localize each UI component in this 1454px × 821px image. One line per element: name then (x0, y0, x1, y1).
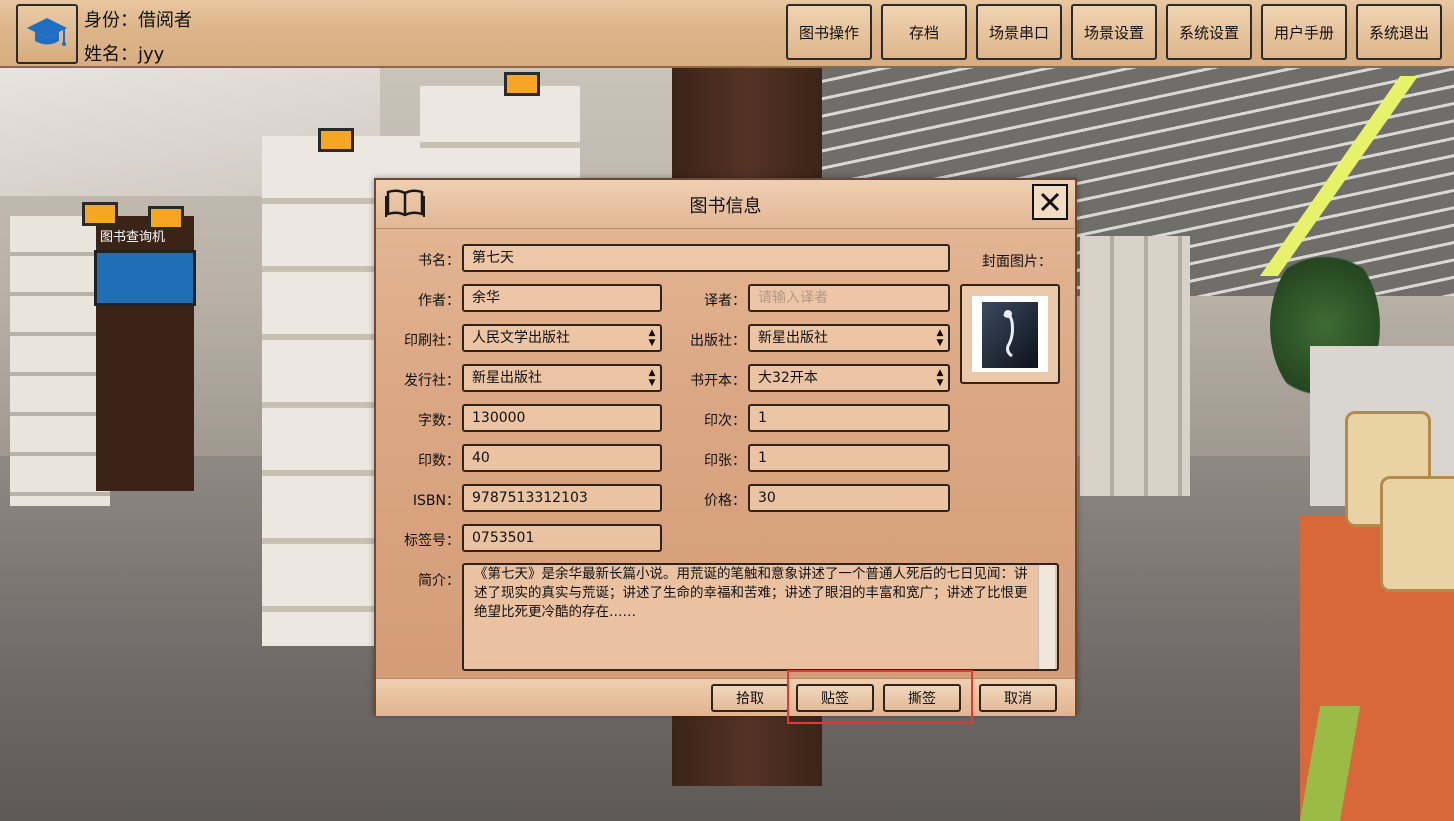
title-label: 书名： (418, 253, 460, 269)
shelf-lamp (82, 202, 118, 226)
sheets-field[interactable]: 1 (748, 444, 950, 472)
highlight-box (787, 670, 973, 724)
publisher-value: 新星出版社 (758, 330, 828, 346)
shelf-lamp (148, 206, 184, 230)
book-operations-button[interactable]: 图书操作 (786, 4, 872, 60)
impression-field[interactable]: 1 (748, 404, 950, 432)
publisher-select[interactable]: 新星出版社 ▲ ▼ (748, 324, 950, 352)
title-field[interactable]: 第七天 (462, 244, 950, 272)
intro-textarea[interactable]: 《第七天》是余华最新长篇小说。用荒诞的笔触和意象讲述了一个普通人死后的七日见闻：… (462, 563, 1059, 671)
isbn-label: ISBN： (412, 493, 460, 509)
print-count-label: 印数： (418, 453, 460, 469)
dialog-header: 图书信息 (376, 180, 1075, 229)
isbn-field[interactable]: 9787513312103 (462, 484, 662, 512)
distributor-label: 发行社： (404, 373, 460, 389)
cover-image-box[interactable] (960, 284, 1060, 384)
dialog-title: 图书信息 (689, 196, 762, 217)
graduation-cap-icon (27, 18, 67, 46)
cover-label: 封面图片： (982, 254, 1052, 270)
book-info-dialog: 图书信息 书名： 第七天 封面图片： 作者： 余华 译者： 请输入译者 印刷社：… (374, 178, 1077, 716)
shelf-lamp (318, 128, 354, 152)
book-cover-image (982, 302, 1038, 368)
distributor-select[interactable]: 新星出版社 ▲ ▼ (462, 364, 662, 392)
impression-label: 印次： (704, 413, 746, 429)
intro-scrollbar[interactable] (1038, 565, 1055, 669)
tag-number-label: 标签号： (404, 533, 460, 549)
armchair (1380, 476, 1454, 592)
author-label: 作者： (418, 293, 460, 309)
translator-label: 译者： (704, 293, 746, 309)
printer-select[interactable]: 人民文学出版社 ▲ ▼ (462, 324, 662, 352)
bookshelf-right (1080, 236, 1190, 496)
print-count-field[interactable]: 40 (462, 444, 662, 472)
sheets-label: 印张： (704, 453, 746, 469)
close-icon (1040, 192, 1060, 212)
cancel-button[interactable]: 取消 (979, 684, 1057, 712)
user-manual-button[interactable]: 用户手册 (1261, 4, 1347, 60)
publisher-label: 出版社： (690, 333, 746, 349)
system-exit-button[interactable]: 系统退出 (1356, 4, 1442, 60)
tag-number-field[interactable]: 0753501 (462, 524, 662, 552)
word-count-field[interactable]: 130000 (462, 404, 662, 432)
distributor-value: 新星出版社 (472, 370, 542, 386)
cover-image (972, 296, 1048, 372)
translator-field[interactable]: 请输入译者 (748, 284, 950, 312)
updown-arrow-icon: ▲ ▼ (648, 328, 656, 348)
intro-text: 《第七天》是余华最新长篇小说。用荒诞的笔触和意象讲述了一个普通人死后的七日见闻：… (474, 566, 1028, 620)
close-button[interactable] (1032, 184, 1068, 220)
updown-arrow-icon: ▲ ▼ (648, 368, 656, 388)
format-value: 大32开本 (758, 370, 818, 386)
top-bar: 身份：借阅者 姓名：jyy 图书操作 存档 场景串口 场景设置 系统设置 用户手… (0, 0, 1454, 68)
updown-arrow-icon: ▲ ▼ (936, 368, 944, 388)
kiosk-screen (94, 250, 196, 306)
pickup-button[interactable]: 拾取 (711, 684, 789, 712)
system-settings-button[interactable]: 系统设置 (1166, 4, 1252, 60)
printer-value: 人民文学出版社 (472, 330, 570, 346)
format-label: 书开本： (690, 373, 746, 389)
save-button[interactable]: 存档 (881, 4, 967, 60)
scene-settings-button[interactable]: 场景设置 (1071, 4, 1157, 60)
avatar (16, 4, 78, 64)
price-field[interactable]: 30 (748, 484, 950, 512)
word-count-label: 字数： (418, 413, 460, 429)
user-identity: 身份：借阅者 (84, 10, 192, 31)
updown-arrow-icon: ▲ ▼ (936, 328, 944, 348)
intro-label: 简介： (418, 573, 460, 589)
scene-serial-port-button[interactable]: 场景串口 (976, 4, 1062, 60)
user-name: 姓名：jyy (84, 44, 165, 65)
printer-label: 印刷社： (404, 333, 460, 349)
price-label: 价格： (704, 493, 746, 509)
author-field[interactable]: 余华 (462, 284, 662, 312)
shelf-lamp (504, 72, 540, 96)
format-select[interactable]: 大32开本 ▲ ▼ (748, 364, 950, 392)
